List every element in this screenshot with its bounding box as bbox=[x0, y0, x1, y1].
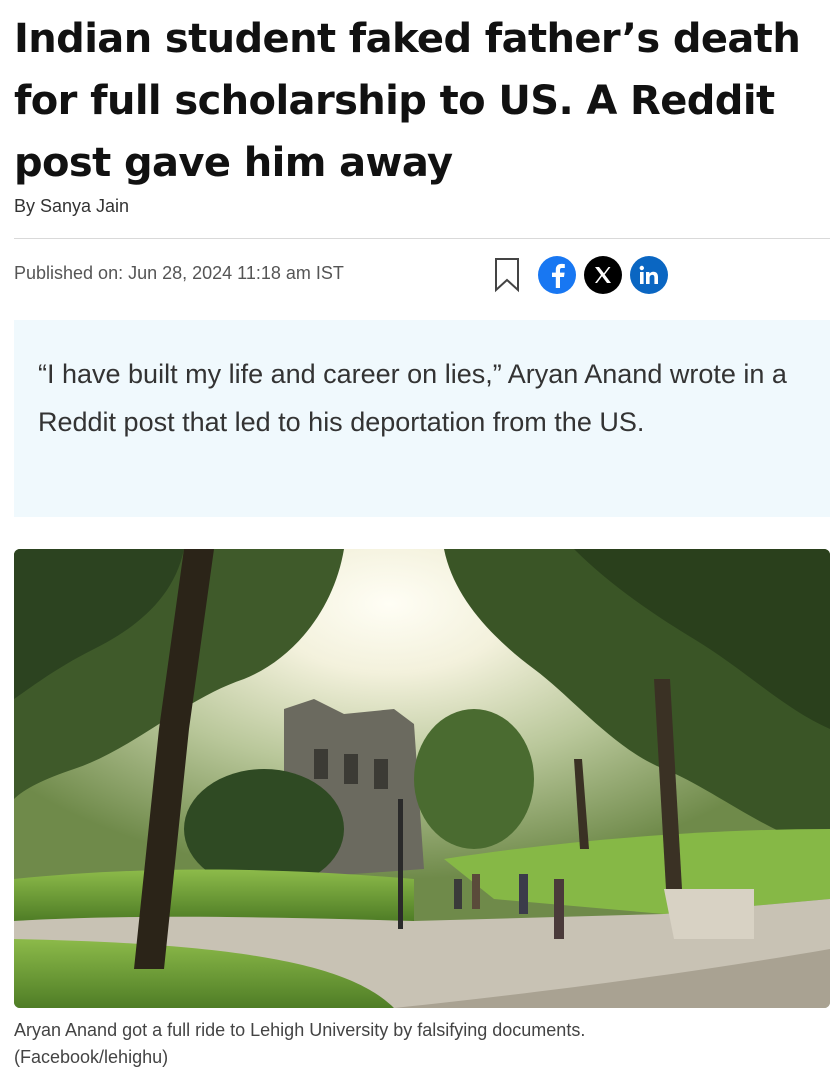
caption-text: Aryan Anand got a full ride to Lehigh Un… bbox=[14, 1020, 586, 1040]
linkedin-icon[interactable] bbox=[630, 256, 668, 294]
article-summary: “I have built my life and career on lies… bbox=[38, 359, 787, 437]
facebook-icon[interactable] bbox=[538, 256, 576, 294]
published-date: Published on: Jun 28, 2024 11:18 am IST bbox=[14, 263, 344, 283]
x-icon[interactable] bbox=[584, 256, 622, 294]
divider bbox=[14, 238, 830, 239]
caption-credit: (Facebook/lehighu) bbox=[14, 1047, 169, 1067]
photo-caption: Aryan Anand got a full ride to Lehigh Un… bbox=[14, 1017, 814, 1071]
share-bar bbox=[492, 256, 668, 294]
article-headline: Indian student faked father’s death for … bbox=[14, 16, 801, 186]
article: Indian student faked father’s death for … bbox=[14, 0, 830, 1067]
article-photo[interactable] bbox=[14, 549, 830, 1008]
byline[interactable]: By Sanya Jain bbox=[14, 196, 129, 217]
article-summary-box: “I have built my life and career on lies… bbox=[14, 320, 830, 517]
bookmark-icon[interactable] bbox=[492, 256, 522, 294]
